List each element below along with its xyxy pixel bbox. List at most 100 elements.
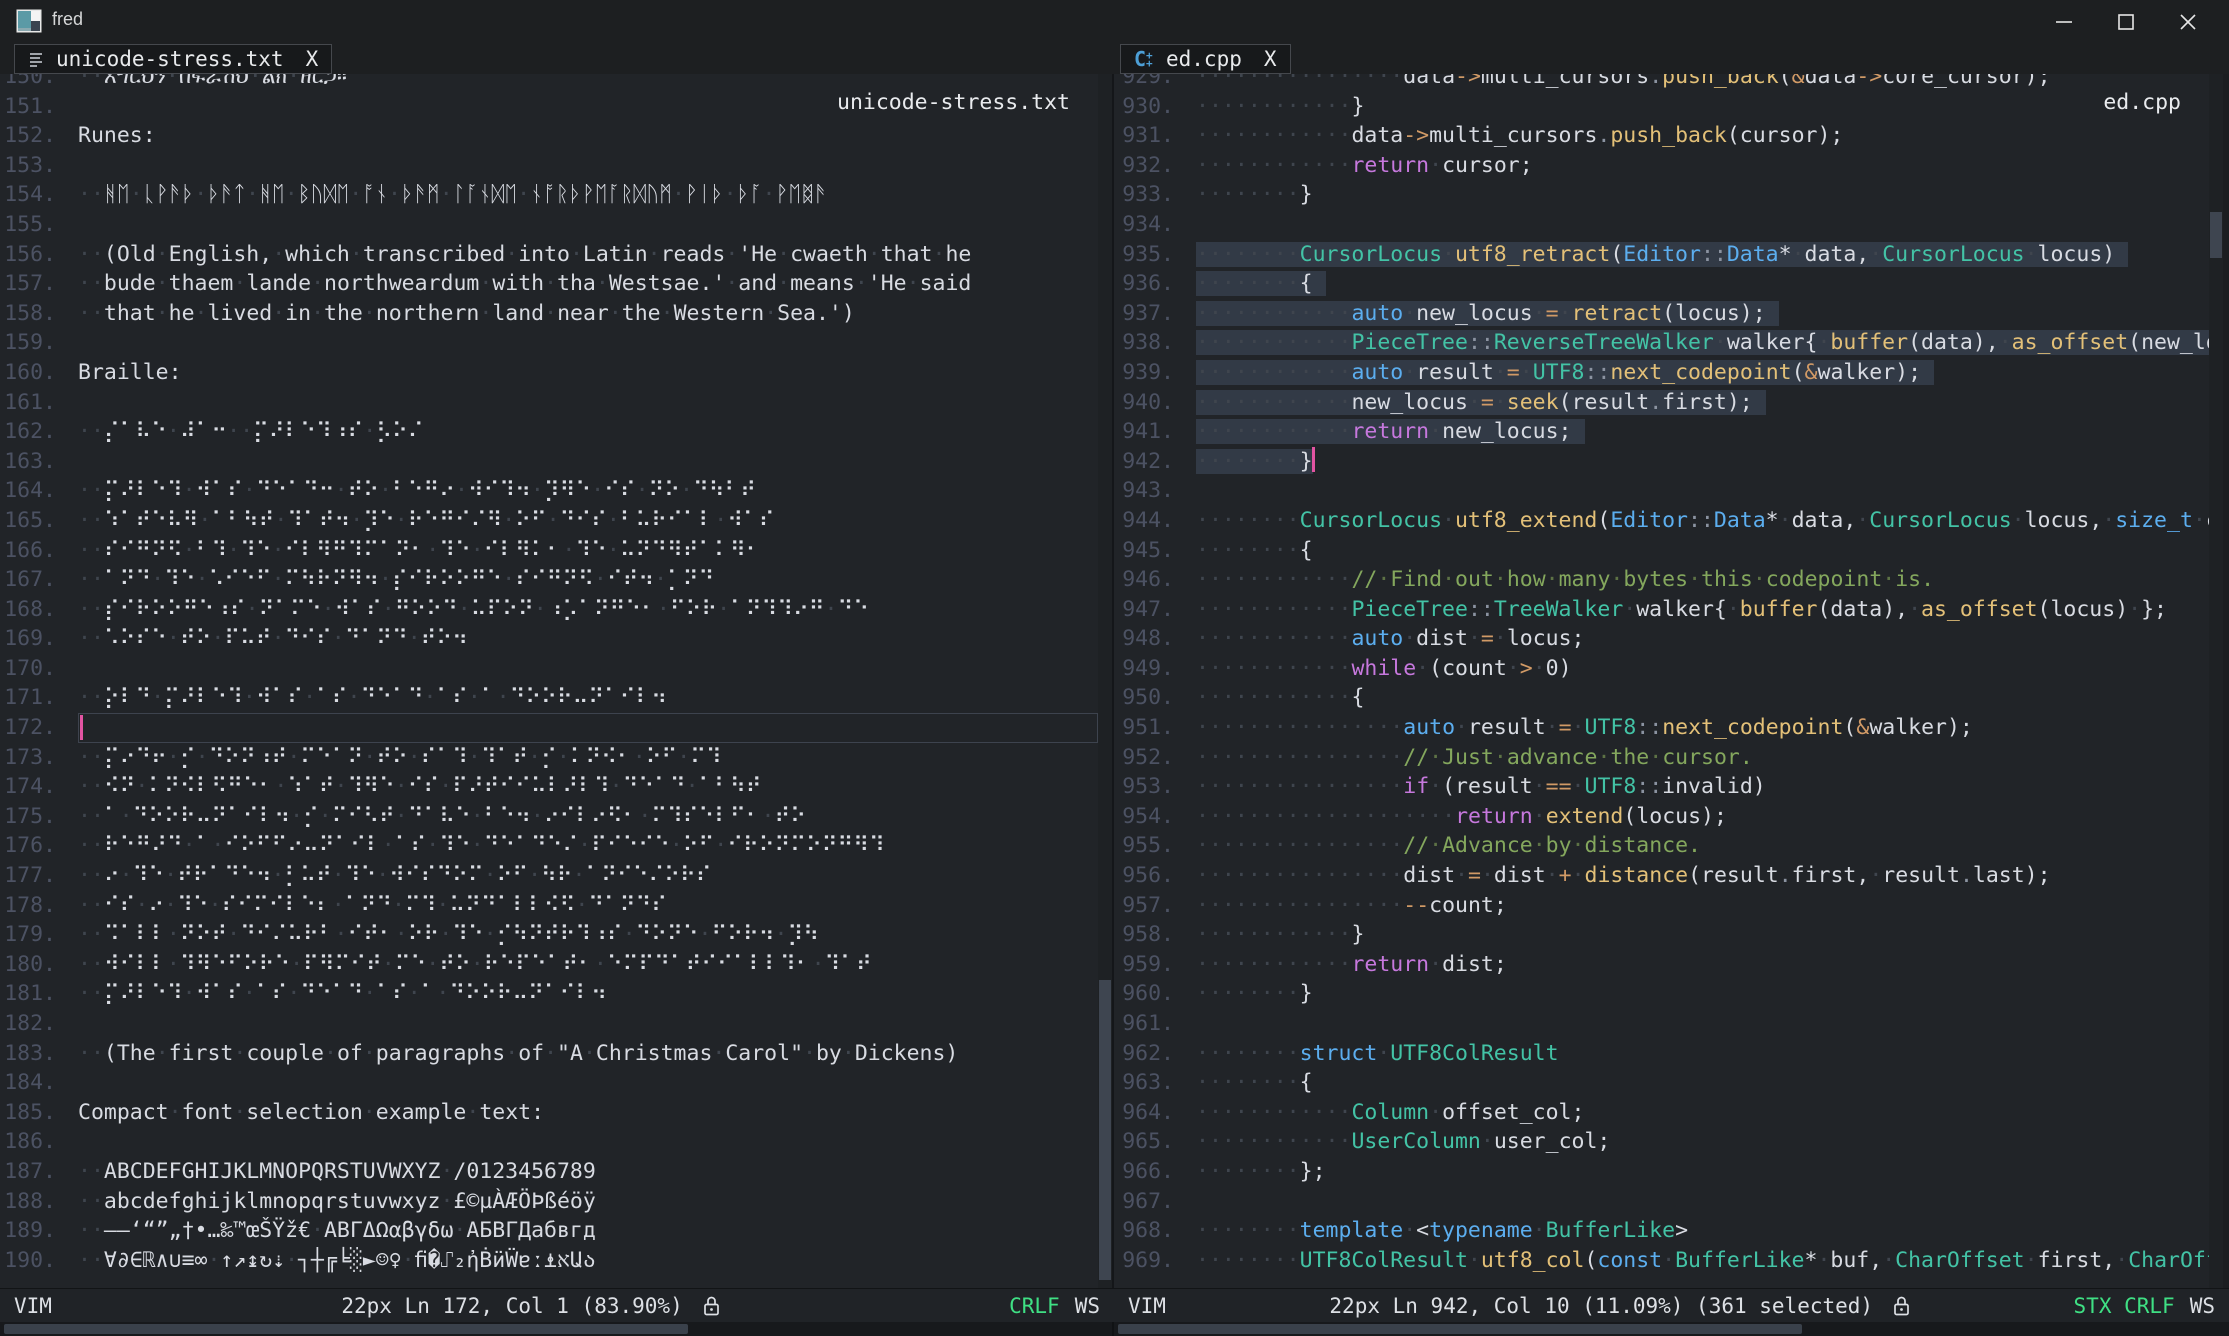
close-button[interactable] — [2157, 0, 2219, 43]
code-line[interactable]: 157.··bude·thaem·lande·northweardum·with… — [0, 269, 1098, 299]
code-line[interactable]: 930.············} — [1114, 92, 2209, 122]
code-line[interactable]: 938.············PieceTree::ReverseTreeWa… — [1114, 328, 2209, 358]
code-line[interactable]: 168.··⡎⠊⠗⠕⠕⠛⠑⠰⠎·⠝⠁⠍⠑·⠺⠁⠎·⠛⠕⠕⠙·⠥⠏⠕⠝·⠰⡡⠁⠝⠛… — [0, 595, 1098, 625]
code-line[interactable]: 190.··∀∂∈ℝ∧∪≡∞·↑↗↨↻⇣·┐┼╔╘░►☺♀·ﬁ�⑀₂ἠḂӥẄɐː… — [0, 1246, 1098, 1276]
code-line[interactable]: 956.················dist·=·dist·+·distan… — [1114, 861, 2209, 891]
code-line[interactable]: 949.············while·(count·>·0) — [1114, 654, 2209, 684]
code-line[interactable]: 953.················if·(result·==·UTF8::… — [1114, 772, 2209, 802]
code-line[interactable]: 933.········} — [1114, 180, 2209, 210]
code-line[interactable]: 173.··⡍⠔⠙⠖·⡊·⠙⠕⠝⠰⠞·⠍⠑⠁⠝·⠞⠕·⠎⠁⠹·⠹⠁⠞·⡊·⠅⠝⠪… — [0, 743, 1098, 773]
code-line[interactable]: 184. — [0, 1068, 1098, 1098]
code-line[interactable]: 177.··⠔·⠹⠑·⠞⠗⠁⠙⠑⠲·⡃⠥⠞·⠹⠑·⠺⠊⠎⠙⠕⠍·⠕⠋·⠳⠗·⠁⠝… — [0, 861, 1098, 891]
code-line[interactable]: 942.········} — [1114, 447, 2209, 477]
code-line[interactable]: 179.··⠩⠁⠇⠇·⠝⠕⠞·⠙⠊⠌⠥⠗⠃·⠊⠞⠂·⠕⠗·⠹⠑·⡊⠳⠝⠞⠗⠹⠰⠎… — [0, 920, 1098, 950]
code-line[interactable]: 150.··እግርህን·በፍራሽህ·ልክ·ዘርጋ። — [0, 74, 1098, 92]
right-horizontal-scrollbar-thumb[interactable] — [1118, 1324, 1802, 1334]
code-line[interactable]: 946.············//·Find·out·how·many·byt… — [1114, 565, 2209, 595]
code-line[interactable]: 175.··⠁·⠙⠕⠕⠗⠤⠝⠁⠊⠇⠲·⡊·⠍⠊⠣⠞·⠙⠁⠧⠑·⠃⠑⠲·⠔⠊⠇⠔⠫… — [0, 802, 1098, 832]
code-line[interactable]: 167.··⠁⠝⠙·⠹⠑·⠡⠊⠑⠋·⠍⠳⠗⠝⠻⠲·⡎⠊⠗⠕⠕⠛⠑·⠎⠊⠛⠝⠫·⠊… — [0, 565, 1098, 595]
code-line[interactable]: 152.Runes: — [0, 121, 1098, 151]
tab-close-icon[interactable]: X — [306, 47, 319, 71]
code-line[interactable]: 178.··⠊⠎·⠔·⠹⠑·⠎⠊⠍⠊⠇⠑⠆·⠁⠝⠙·⠍⠹·⠥⠝⠙⠁⠇⠇⠪⠫·⠙⠁… — [0, 891, 1098, 921]
code-line[interactable]: 943. — [1114, 476, 2209, 506]
code-line[interactable]: 947.············PieceTree::TreeWalker·wa… — [1114, 595, 2209, 625]
whitespace-indicator[interactable]: WS — [1075, 1294, 1100, 1318]
code-line[interactable]: 931.············data->multi_cursors.push… — [1114, 121, 2209, 151]
eol-indicator[interactable]: CRLF — [1009, 1294, 1060, 1318]
code-line[interactable]: 934. — [1114, 210, 2209, 240]
code-line[interactable]: 945.········{ — [1114, 536, 2209, 566]
code-line[interactable]: 960.········} — [1114, 979, 2209, 1009]
code-line[interactable]: 165.··⠱⠁⠞⠑⠧⠻·⠁⠃⠳⠞·⠹⠁⠞⠲·⡹⠑·⠗⠑⠛⠊⠌⠻·⠕⠋·⠙⠊⠎·… — [0, 506, 1098, 536]
code-line[interactable]: 965.············UserColumn·user_col; — [1114, 1127, 2209, 1157]
code-line[interactable]: 967. — [1114, 1187, 2209, 1217]
code-line[interactable]: 969.········UTF8ColResult·utf8_col(const… — [1114, 1246, 2209, 1276]
code-line[interactable]: 957.················--count; — [1114, 891, 2209, 921]
eol-indicator[interactable]: STX CRLF — [2074, 1294, 2175, 1318]
scrollbar-thumb[interactable] — [2210, 212, 2222, 258]
code-line[interactable]: 163. — [0, 447, 1098, 477]
code-line[interactable]: 181.··⡍⠜⠇⠑⠹·⠺⠁⠎·⠁⠎·⠙⠑⠁⠙·⠁⠎·⠁·⠙⠕⠕⠗⠤⠝⠁⠊⠇⠲ — [0, 979, 1098, 1009]
code-line[interactable]: 158.··that·he·lived·in·the·northern·land… — [0, 299, 1098, 329]
code-line[interactable]: 940.············new_locus·=·seek(result.… — [1114, 388, 2209, 418]
code-line[interactable]: 153. — [0, 151, 1098, 181]
code-line[interactable]: 164.··⡍⠜⠇⠑⠹·⠺⠁⠎·⠙⠑⠁⠙⠒·⠞⠕·⠃⠑⠛⠔·⠺⠊⠹⠲·⡹⠻⠑·⠊… — [0, 476, 1098, 506]
code-line[interactable]: 170. — [0, 654, 1098, 684]
code-line[interactable]: 962.········struct·UTF8ColResult — [1114, 1039, 2209, 1069]
code-line[interactable]: 932.············return·cursor; — [1114, 151, 2209, 181]
code-line[interactable]: 936.········{ — [1114, 269, 2209, 299]
code-line[interactable]: 159. — [0, 328, 1098, 358]
tab-close-icon[interactable]: X — [1264, 47, 1277, 71]
code-line[interactable]: 963.········{ — [1114, 1068, 2209, 1098]
code-line[interactable]: 954.····················return·extend(lo… — [1114, 802, 2209, 832]
code-line[interactable]: 185.Compact·font·selection·example·text: — [0, 1098, 1098, 1128]
code-line[interactable]: 935.········CursorLocus·utf8_retract(Edi… — [1114, 240, 2209, 270]
code-line[interactable]: 941.············return·new_locus; — [1114, 417, 2209, 447]
tab-ed-cpp[interactable]: C + + ed.cpp X — [1120, 44, 1291, 74]
code-line[interactable]: 944.········CursorLocus·utf8_extend(Edit… — [1114, 506, 2209, 536]
maximize-button[interactable] — [2095, 0, 2157, 43]
code-line[interactable]: 160.Braille: — [0, 358, 1098, 388]
code-line[interactable]: 952.················//·Just·advance·the·… — [1114, 743, 2209, 773]
code-line[interactable]: 182. — [0, 1009, 1098, 1039]
code-line[interactable]: 939.············auto·result·=·UTF8::next… — [1114, 358, 2209, 388]
code-line[interactable]: 156.··(Old·English,·which·transcribed·in… — [0, 240, 1098, 270]
code-line[interactable]: 155. — [0, 210, 1098, 240]
minimize-button[interactable] — [2033, 0, 2095, 43]
code-line[interactable]: 187.··ABCDEFGHIJKLMNOPQRSTUVWXYZ·/012345… — [0, 1157, 1098, 1187]
code-line[interactable]: 950.············{ — [1114, 683, 2209, 713]
code-line[interactable]: 169.··⠡⠕⠎⠑·⠞⠕·⠏⠥⠞·⠙⠊⠎·⠙⠁⠝⠙·⠞⠕⠲ — [0, 624, 1098, 654]
code-line[interactable]: 961. — [1114, 1009, 2209, 1039]
left-horizontal-scrollbar-thumb[interactable] — [4, 1324, 688, 1334]
scrollbar-thumb[interactable] — [1099, 980, 1111, 1280]
right-vertical-scrollbar[interactable] — [2209, 74, 2223, 1288]
code-line[interactable]: 172. — [0, 713, 1098, 743]
code-line[interactable]: 968.········template·<typename·BufferLik… — [1114, 1216, 2209, 1246]
code-line[interactable]: 958.············} — [1114, 920, 2209, 950]
code-line[interactable]: 189.··–—‘“”„†•…‰™œŠŸž€·ΑΒΓΔΩαβγδω·АБВГДа… — [0, 1216, 1098, 1246]
code-line[interactable]: 183.··(The·first·couple·of·paragraphs·of… — [0, 1039, 1098, 1069]
left-vertical-scrollbar[interactable] — [1098, 74, 1112, 1288]
code-line[interactable]: 180.··⠺⠊⠇⠇·⠹⠻⠑⠋⠕⠗⠑·⠏⠻⠍⠊⠞·⠍⠑·⠞⠕·⠗⠑⠏⠑⠁⠞⠂·⠑… — [0, 950, 1098, 980]
code-line[interactable]: 171.··⡕⠇⠙·⡍⠜⠇⠑⠹·⠺⠁⠎·⠁⠎·⠙⠑⠁⠙·⠁⠎·⠁·⠙⠕⠕⠗⠤⠝⠁… — [0, 683, 1098, 713]
code-line[interactable]: 948.············auto·dist·=·locus; — [1114, 624, 2209, 654]
code-line[interactable]: 154.··ᚻᛖ·ᚳᚹᚫᚦ·ᚦᚫᛏ·ᚻᛖ·ᛒᚢᛞᛖ·ᚩᚾ·ᚦᚫᛗ·ᛚᚪᚾᛞᛖ·ᚾ… — [0, 180, 1098, 210]
tab-unicode-stress[interactable]: unicode-stress.txt X — [14, 44, 332, 74]
code-line[interactable]: 937.············auto·new_locus·=·retract… — [1114, 299, 2209, 329]
code-line[interactable]: 188.··abcdefghijklmnopqrstuvwxyz·£©µÀÆÖÞ… — [0, 1187, 1098, 1217]
code-line[interactable]: 174.··⠪⠝·⠅⠝⠪⠇⠫⠛⠑⠂·⠱⠁⠞·⠹⠻⠑·⠊⠎·⠏⠜⠞⠊⠊⠥⠇⠜⠇⠹·… — [0, 772, 1098, 802]
code-line[interactable]: 162.··⡌⠁⠧⠑·⠼⠁⠒··⡍⠜⠇⠑⠹⠰⠎·⡣⠕⠌ — [0, 417, 1098, 447]
code-line[interactable]: 964.············Column·offset_col; — [1114, 1098, 2209, 1128]
left-editor-pane[interactable]: unicode-stress.txt 150.··እግርህን·በፍራሽህ·ልክ·… — [0, 74, 1098, 1288]
code-line[interactable]: 176.··⠗⠑⠛⠜⠙·⠁·⠊⠕⠋⠋⠔⠤⠝⠁⠊⠇·⠁⠎·⠹⠑·⠙⠑⠁⠙⠑⠌·⠏⠊… — [0, 831, 1098, 861]
right-editor-pane[interactable]: ed.cpp 929.················data->multi_c… — [1114, 74, 2209, 1288]
whitespace-indicator[interactable]: WS — [2190, 1294, 2215, 1318]
code-line[interactable]: 186. — [0, 1127, 1098, 1157]
code-line[interactable]: 955.················//·Advance·by·distan… — [1114, 831, 2209, 861]
code-line[interactable]: 929.················data->multi_cursors.… — [1114, 74, 2209, 92]
code-line[interactable]: 951.················auto·result·=·UTF8::… — [1114, 713, 2209, 743]
code-line[interactable]: 166.··⠎⠊⠛⠝⠫·⠃⠹·⠹⠑·⠊⠇⠻⠛⠹⠍⠁⠝⠂·⠹⠑·⠊⠇⠻⠅⠂·⠹⠑·… — [0, 536, 1098, 566]
code-line[interactable]: 966.········}; — [1114, 1157, 2209, 1187]
code-line[interactable]: 161. — [0, 388, 1098, 418]
code-line[interactable]: 959.············return·dist; — [1114, 950, 2209, 980]
